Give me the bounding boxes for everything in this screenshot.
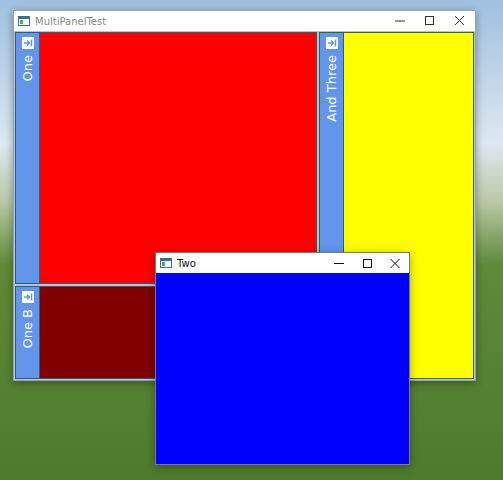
panel-content: [39, 33, 316, 283]
minimize-icon[interactable]: [385, 11, 415, 31]
panel-tab[interactable]: One B: [16, 287, 39, 378]
window-title: Two: [177, 258, 325, 269]
pin-icon[interactable]: [326, 37, 338, 49]
pin-icon[interactable]: [22, 37, 34, 49]
title-bar[interactable]: MultiPanelTest: [14, 11, 475, 31]
dock-panel: One: [15, 32, 317, 284]
desktop: MultiPanelTest One One B And Three Two: [0, 0, 503, 480]
close-icon[interactable]: [381, 254, 409, 273]
panel-tab[interactable]: One: [16, 33, 39, 283]
close-icon[interactable]: [445, 11, 475, 31]
panel-label: One B: [20, 309, 35, 349]
title-bar[interactable]: Two: [156, 253, 409, 273]
panel-label: One: [20, 55, 35, 81]
app-icon: [18, 15, 30, 27]
panel-label: And Three: [324, 55, 339, 122]
maximize-icon[interactable]: [353, 254, 381, 273]
child-window[interactable]: Two: [155, 252, 410, 465]
window-title: MultiPanelTest: [35, 16, 385, 27]
pin-icon[interactable]: [22, 291, 34, 303]
app-icon: [160, 257, 172, 269]
minimize-icon[interactable]: [325, 254, 353, 273]
maximize-icon[interactable]: [415, 11, 445, 31]
window-content: [156, 273, 409, 464]
